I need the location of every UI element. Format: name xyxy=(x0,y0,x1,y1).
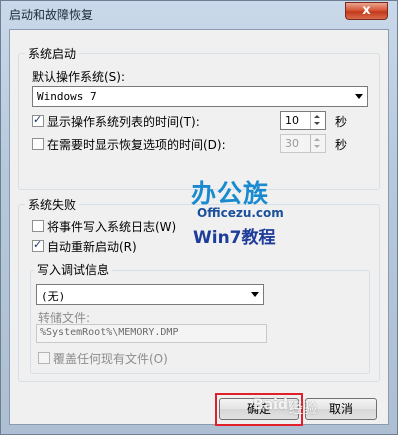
debug-info-select[interactable]: (无) xyxy=(36,284,264,305)
spin-buttons-disabled xyxy=(310,135,325,152)
default-os-label: 默认操作系统(S): xyxy=(32,70,126,84)
show-recovery-label: 在需要时显示恢复选项的时间(D): xyxy=(47,138,226,152)
window-title: 启动和故障恢复 xyxy=(9,8,94,22)
default-os-select[interactable]: Windows 7 xyxy=(32,86,368,107)
os-list-time-value: 10 xyxy=(285,114,299,127)
chevron-down-icon xyxy=(251,292,259,297)
watermark-logo-bottom: Win7教程 xyxy=(193,228,276,248)
write-log-label: 将事件写入系统日志(W) xyxy=(47,220,177,234)
watermark-logo-top: 办公族 xyxy=(191,179,270,208)
overwrite-checkbox[interactable] xyxy=(38,352,50,364)
startup-group-title: 系统启动 xyxy=(25,45,80,62)
spin-down-icon[interactable] xyxy=(314,122,320,125)
os-list-time-input[interactable]: 10 xyxy=(280,111,326,130)
show-recovery-checkbox[interactable] xyxy=(32,138,44,150)
debug-info-value: (无) xyxy=(41,290,66,303)
recovery-time-unit: 秒 xyxy=(335,138,348,152)
dialog-window: 启动和故障恢复 x 系统启动 默认操作系统(S): Windows 7 显示操作… xyxy=(0,0,398,435)
overwrite-label: 覆盖任何现有文件(O) xyxy=(53,352,168,366)
recovery-time-input[interactable]: 30 xyxy=(280,134,326,153)
default-os-value: Windows 7 xyxy=(37,90,97,103)
close-icon: x xyxy=(362,3,371,18)
dump-file-value: %SystemRoot%\MEMORY.DMP xyxy=(40,327,179,338)
spin-buttons[interactable] xyxy=(310,112,325,129)
os-list-time-unit: 秒 xyxy=(335,115,348,129)
spin-up-icon[interactable] xyxy=(314,115,320,118)
watermark-baidu-text: 经验 xyxy=(289,401,317,417)
title-bar[interactable]: 启动和故障恢复 x xyxy=(1,1,398,27)
close-button[interactable]: x xyxy=(345,2,388,20)
show-os-list-checkbox[interactable] xyxy=(32,113,44,127)
write-log-checkbox[interactable] xyxy=(32,220,44,232)
chevron-down-icon xyxy=(355,94,363,99)
failure-group-title: 系统失败 xyxy=(25,196,80,213)
debug-group-title: 写入调试信息 xyxy=(34,261,113,278)
recovery-time-value: 30 xyxy=(285,137,299,150)
spin-up-icon xyxy=(314,138,320,141)
dump-file-input[interactable]: %SystemRoot%\MEMORY.DMP xyxy=(36,324,267,343)
show-os-list-label: 显示操作系统列表的时间(T): xyxy=(47,115,200,129)
auto-restart-label: 自动重新启动(R) xyxy=(47,240,137,254)
watermark-logo-site: Officezu.com xyxy=(197,206,284,220)
auto-restart-checkbox[interactable] xyxy=(32,238,44,252)
spin-down-icon xyxy=(314,145,320,148)
